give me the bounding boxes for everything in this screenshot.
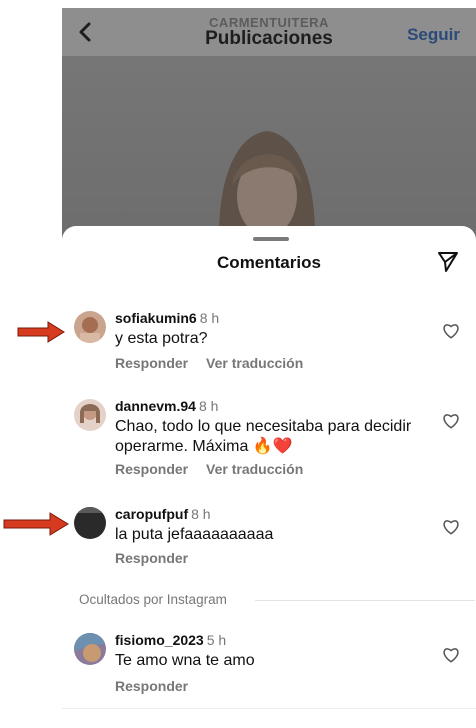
comment-text: Chao, todo lo que necesitaba para decidi…	[115, 418, 412, 455]
translate-button[interactable]: Ver traducción	[206, 461, 303, 477]
comment-username[interactable]: caropufpuf 8 h	[115, 506, 211, 522]
post-header: CARMENTUITERA Publicaciones Seguir	[62, 8, 476, 56]
comment-actions: Responder Ver traducción	[115, 355, 317, 371]
heart-icon[interactable]	[442, 518, 460, 536]
comment-text: y esta potra?	[115, 330, 208, 347]
comment-item: caropufpuf 8 h la puta jefaaaaaaaaaa Resp…	[62, 506, 476, 566]
annotation-arrow-icon	[17, 321, 65, 343]
sheet-title: Comentarios	[217, 253, 321, 272]
drag-handle[interactable]	[253, 237, 289, 241]
avatar[interactable]	[74, 311, 106, 343]
send-icon[interactable]	[436, 250, 460, 274]
avatar[interactable]	[74, 507, 106, 539]
follow-button[interactable]: Seguir	[407, 25, 460, 45]
translate-button[interactable]: Ver traducción	[206, 355, 303, 371]
comment-actions: Responder	[115, 550, 202, 566]
comment-actions: Responder	[115, 678, 202, 694]
reply-button[interactable]: Responder	[115, 461, 188, 477]
comments-sheet: Comentarios sofiakumin6 8 h y esta potra?…	[62, 226, 476, 728]
divider-line	[62, 708, 476, 709]
annotation-arrow-icon	[3, 512, 69, 536]
hidden-comments-divider[interactable]: Ocultados por Instagram	[79, 592, 475, 610]
comment-time: 5 h	[206, 632, 227, 648]
comment-item: fisiomo_2023 5 h Te amo wna te amo Respon…	[62, 632, 476, 694]
hidden-comments-label: Ocultados por Instagram	[79, 592, 227, 607]
comment-username[interactable]: dannevm.94 8 h	[115, 398, 218, 414]
comment-text: la puta jefaaaaaaaaaa	[115, 526, 274, 543]
avatar[interactable]	[74, 399, 106, 431]
comment-time: 8 h	[199, 310, 220, 326]
reply-button[interactable]: Responder	[115, 550, 188, 566]
reply-button[interactable]: Responder	[115, 355, 188, 371]
divider-line	[255, 600, 475, 601]
comment-item: sofiakumin6 8 h y esta potra? Responder V…	[62, 310, 476, 372]
heart-icon[interactable]	[442, 412, 460, 430]
comment-username[interactable]: fisiomo_2023 5 h	[115, 632, 226, 648]
comment-text: Te amo wna te amo	[115, 652, 255, 669]
comment-item: dannevm.94 8 h Chao, todo lo que necesita…	[62, 398, 476, 482]
comment-actions: Responder Ver traducción	[115, 461, 317, 477]
heart-icon[interactable]	[442, 646, 460, 664]
comment-username[interactable]: sofiakumin6 8 h	[115, 310, 219, 326]
avatar[interactable]	[74, 633, 106, 665]
reply-button[interactable]: Responder	[115, 678, 188, 694]
comment-time: 8 h	[191, 506, 211, 522]
comment-time: 8 h	[198, 398, 219, 414]
heart-icon[interactable]	[442, 322, 460, 340]
